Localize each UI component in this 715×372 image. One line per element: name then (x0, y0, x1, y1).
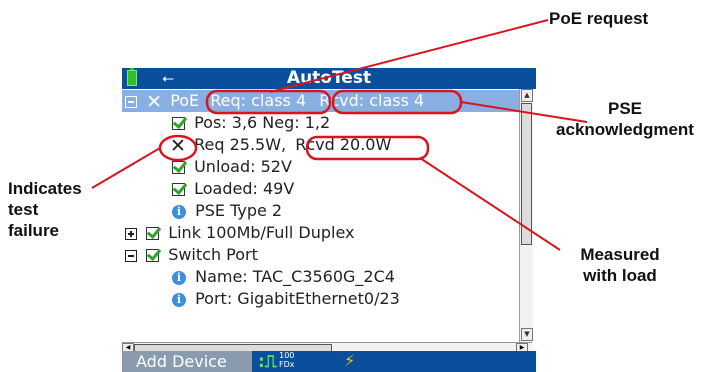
checkbox-checked-icon (172, 183, 185, 196)
callout-pse-ack: PSE acknowledgment (539, 98, 711, 140)
tree-row-poe[interactable]: ✕ PoE Req: class 4 Rcvd: class 4 (122, 90, 519, 113)
expand-icon[interactable] (125, 227, 137, 240)
tree-row-switch-port-id[interactable]: i Port: GigabitEthernet0/23 (172, 288, 400, 310)
callout-poe-request: PoE request (549, 9, 649, 28)
results-tree: ✕ PoE Req: class 4 Rcvd: class 4 Pos: 3,… (122, 89, 519, 342)
row-label: Req 25.5W, (194, 135, 287, 154)
tree-row-switch-port[interactable]: Switch Port (125, 244, 258, 266)
row-label: Unload: 52V (194, 157, 292, 176)
x-mark-icon: ✕ (170, 134, 186, 157)
link-pulse-icon: :⎍ (258, 352, 277, 372)
scroll-up-icon[interactable]: ▲ (521, 89, 533, 102)
callout-pse-ack-line2: acknowledgment (556, 120, 694, 139)
tree-row-loaded[interactable]: Loaded: 49V (172, 178, 294, 200)
poe-request-value: Req: class 4 (210, 91, 307, 110)
callout-measured-line2: with load (583, 266, 657, 285)
row-label: Port: GigabitEthernet0/23 (195, 289, 400, 308)
collapse-icon[interactable] (125, 249, 137, 262)
collapse-icon[interactable] (125, 95, 137, 108)
row-label: Switch Port (168, 245, 258, 264)
callout-pse-ack-line1: PSE (607, 99, 643, 118)
link-speed-value: 100 (279, 351, 295, 360)
row-label: Name: TAC_C3560G_2C4 (195, 267, 395, 286)
callout-measured-line1: Measured (580, 245, 660, 264)
callout-measured-with-load: Measured with load (556, 244, 684, 286)
checkbox-checked-icon (172, 161, 185, 174)
add-device-button[interactable]: Add Device (122, 351, 252, 372)
checkbox-checked-icon (146, 249, 160, 262)
row-label: Link 100Mb/Full Duplex (168, 223, 355, 242)
checkbox-checked-icon (146, 227, 160, 240)
title-bar: ⭠ AutoTest (122, 68, 536, 89)
checkbox-checked-icon (172, 117, 185, 130)
x-mark-icon: ✕ (146, 90, 163, 113)
vertical-scrollbar[interactable]: ▲ ▼ (519, 89, 533, 342)
callout-test-failure-line1: Indicates (8, 179, 82, 198)
tree-row-unload[interactable]: Unload: 52V (172, 156, 292, 178)
page-title: AutoTest (286, 68, 372, 88)
poe-received-value: Rcvd: class 4 (319, 91, 425, 110)
callout-test-failure-line2: test (8, 200, 39, 219)
tree-row-switch-name[interactable]: i Name: TAC_C3560G_2C4 (172, 266, 395, 288)
tree-row-pairs[interactable]: Pos: 3,6 Neg: 1,2 (172, 112, 330, 134)
received-power-value: Rcvd 20.0W (295, 135, 392, 154)
info-icon: i (172, 292, 186, 307)
row-label: Loaded: 49V (194, 179, 295, 198)
tree-row-power[interactable]: ✕ Req 25.5W, Rcvd 20.0W (170, 134, 392, 157)
info-icon: i (172, 204, 186, 219)
tree-row-link[interactable]: Link 100Mb/Full Duplex (125, 222, 354, 244)
callout-test-failure-line3: failure (8, 221, 60, 240)
tree-row-pse-type[interactable]: i PSE Type 2 (172, 200, 282, 222)
callout-test-failure: Indicates test failure (8, 178, 82, 241)
row-label: PoE (170, 91, 200, 110)
autotest-screen: ⭠ AutoTest ✕ PoE Req: class 4 Rcvd: clas… (122, 68, 536, 372)
row-label: PSE Type 2 (195, 201, 283, 220)
bottom-bar: Add Device :⎍ 100 FDx ⚡ (122, 351, 536, 372)
scroll-down-icon[interactable]: ▼ (521, 328, 533, 341)
link-duplex-value: FDx (279, 360, 295, 369)
row-label: Pos: 3,6 Neg: 1,2 (194, 113, 331, 132)
link-speed-indicator: 100 FDx (279, 351, 295, 369)
scrollbar-thumb[interactable] (521, 103, 532, 245)
info-icon: i (172, 270, 186, 285)
lightning-bolt-icon: ⚡ (344, 351, 356, 370)
